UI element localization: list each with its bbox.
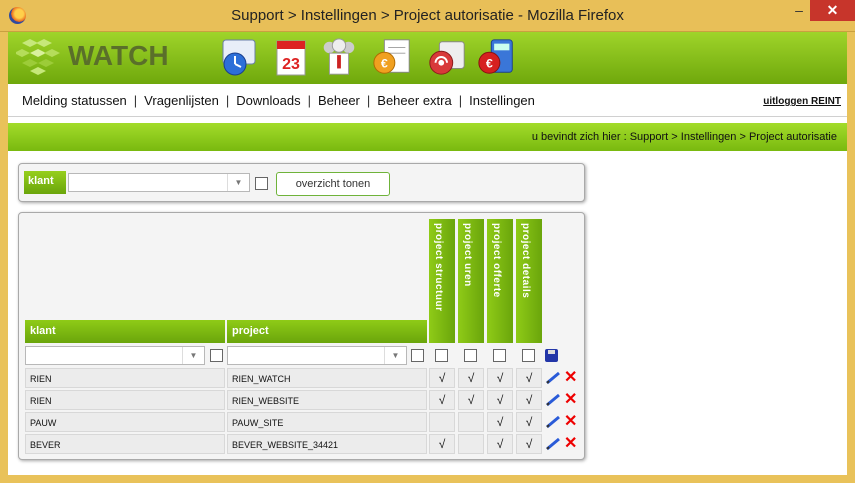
row-project-cell: PAUW_SITE: [227, 412, 427, 432]
menu-items: Melding statussen | Vragenlijsten | Download…: [22, 93, 535, 108]
klant-column-checkbox[interactable]: [210, 349, 223, 362]
delete-icon[interactable]: ✕: [564, 436, 578, 452]
row-klant-cell: RIEN: [25, 368, 225, 388]
project-column-checkbox[interactable]: [411, 349, 424, 362]
app-header: WATCH 23 € €: [8, 32, 847, 84]
chevron-down-icon[interactable]: ▼: [384, 347, 406, 364]
delete-icon[interactable]: ✕: [564, 392, 578, 408]
row-klant-cell: BEVER: [25, 434, 225, 454]
clock-icon[interactable]: [218, 35, 260, 79]
filter-checkbox-structuur[interactable]: [435, 349, 448, 362]
header-project-details: project details: [516, 219, 542, 343]
euro-calculator-icon[interactable]: €: [476, 35, 518, 79]
filter-checkbox-uren[interactable]: [464, 349, 477, 362]
window-title: Support > Instellingen > Project autoris…: [231, 7, 624, 24]
permission-cell[interactable]: √: [487, 368, 513, 388]
edit-icon[interactable]: [545, 371, 561, 385]
row-klant-cell: PAUW: [25, 412, 225, 432]
filter-checkbox-details[interactable]: [522, 349, 535, 362]
chevron-down-icon[interactable]: ▼: [182, 347, 204, 364]
window-titlebar: Support > Instellingen > Project autoris…: [0, 0, 855, 32]
permission-cell[interactable]: √: [429, 390, 455, 410]
row-project-cell: RIEN_WATCH: [227, 368, 427, 388]
filter-panel: klant ▼ overzicht tonen: [18, 163, 585, 202]
project-column-filter[interactable]: ▼: [227, 346, 407, 365]
invoice-icon[interactable]: €: [371, 35, 413, 79]
permission-cell[interactable]: √: [458, 368, 484, 388]
delete-icon[interactable]: ✕: [564, 370, 578, 386]
klant-column-filter[interactable]: ▼: [25, 346, 205, 365]
browser-content: WATCH 23 € € Melding statussen | Vragenl…: [8, 32, 847, 475]
permission-cell[interactable]: √: [487, 390, 513, 410]
header-project-offerte: project offerte: [487, 219, 513, 343]
column-header-project: project: [227, 320, 427, 343]
permission-cell[interactable]: √: [429, 434, 455, 454]
permission-cell[interactable]: [458, 412, 484, 432]
klant-filter-combo[interactable]: ▼: [68, 173, 250, 192]
permission-cell[interactable]: [458, 434, 484, 454]
watch-logo-icon: [16, 39, 60, 75]
permission-cell[interactable]: √: [516, 368, 542, 388]
edit-icon[interactable]: [545, 437, 561, 451]
permission-cell[interactable]: √: [458, 390, 484, 410]
klant-filter-checkbox[interactable]: [255, 177, 268, 190]
phone-icon[interactable]: [426, 35, 468, 79]
row-project-cell: BEVER_WEBSITE_34421: [227, 434, 427, 454]
permission-cell[interactable]: √: [516, 412, 542, 432]
menu-item-beheer[interactable]: Beheer: [318, 93, 360, 108]
permission-cell[interactable]: √: [429, 368, 455, 388]
minimize-button[interactable]: –: [786, 0, 812, 21]
header-project-uren: project uren: [458, 219, 484, 343]
permission-cell[interactable]: [429, 412, 455, 432]
edit-icon[interactable]: [545, 415, 561, 429]
app-logo-text: WATCH: [68, 40, 169, 71]
permission-cell[interactable]: √: [487, 412, 513, 432]
breadcrumb: u bevindt zich hier : Support > Instelli…: [531, 131, 837, 143]
close-button[interactable]: ✕: [810, 0, 855, 21]
permission-cell[interactable]: √: [516, 390, 542, 410]
permission-cell[interactable]: √: [516, 434, 542, 454]
header-project-structuur: project structuur: [429, 219, 455, 343]
row-klant-cell: RIEN: [25, 390, 225, 410]
menu-item-beheer-extra[interactable]: Beheer extra: [377, 93, 451, 108]
menu-item-instellingen[interactable]: Instellingen: [469, 93, 535, 108]
chevron-down-icon[interactable]: ▼: [227, 174, 249, 191]
permission-cell[interactable]: √: [487, 434, 513, 454]
overzicht-tonen-button[interactable]: overzicht tonen: [276, 172, 390, 196]
filter-checkbox-offerte[interactable]: [493, 349, 506, 362]
row-project-cell: RIEN_WEBSITE: [227, 390, 427, 410]
main-menu: Melding statussen | Vragenlijsten | Download…: [8, 87, 847, 117]
logout-link[interactable]: uitloggen REINT: [763, 96, 841, 107]
breadcrumb-bar: u bevindt zich hier : Support > Instelli…: [8, 123, 847, 151]
delete-icon[interactable]: ✕: [564, 414, 578, 430]
calendar-day: 23: [282, 56, 300, 73]
calendar-icon[interactable]: 23: [270, 35, 312, 79]
save-icon[interactable]: [545, 349, 558, 362]
svg-text:€: €: [381, 57, 388, 71]
column-header-klant: klant: [25, 320, 225, 343]
menu-item-downloads[interactable]: Downloads: [236, 93, 300, 108]
svg-text:€: €: [486, 57, 493, 71]
edit-icon[interactable]: [545, 393, 561, 407]
menu-item-vragenlijsten[interactable]: Vragenlijsten: [144, 93, 219, 108]
users-icon[interactable]: [318, 35, 360, 79]
klant-filter-label: klant: [24, 171, 66, 194]
menu-item-melding-statussen[interactable]: Melding statussen: [22, 93, 127, 108]
